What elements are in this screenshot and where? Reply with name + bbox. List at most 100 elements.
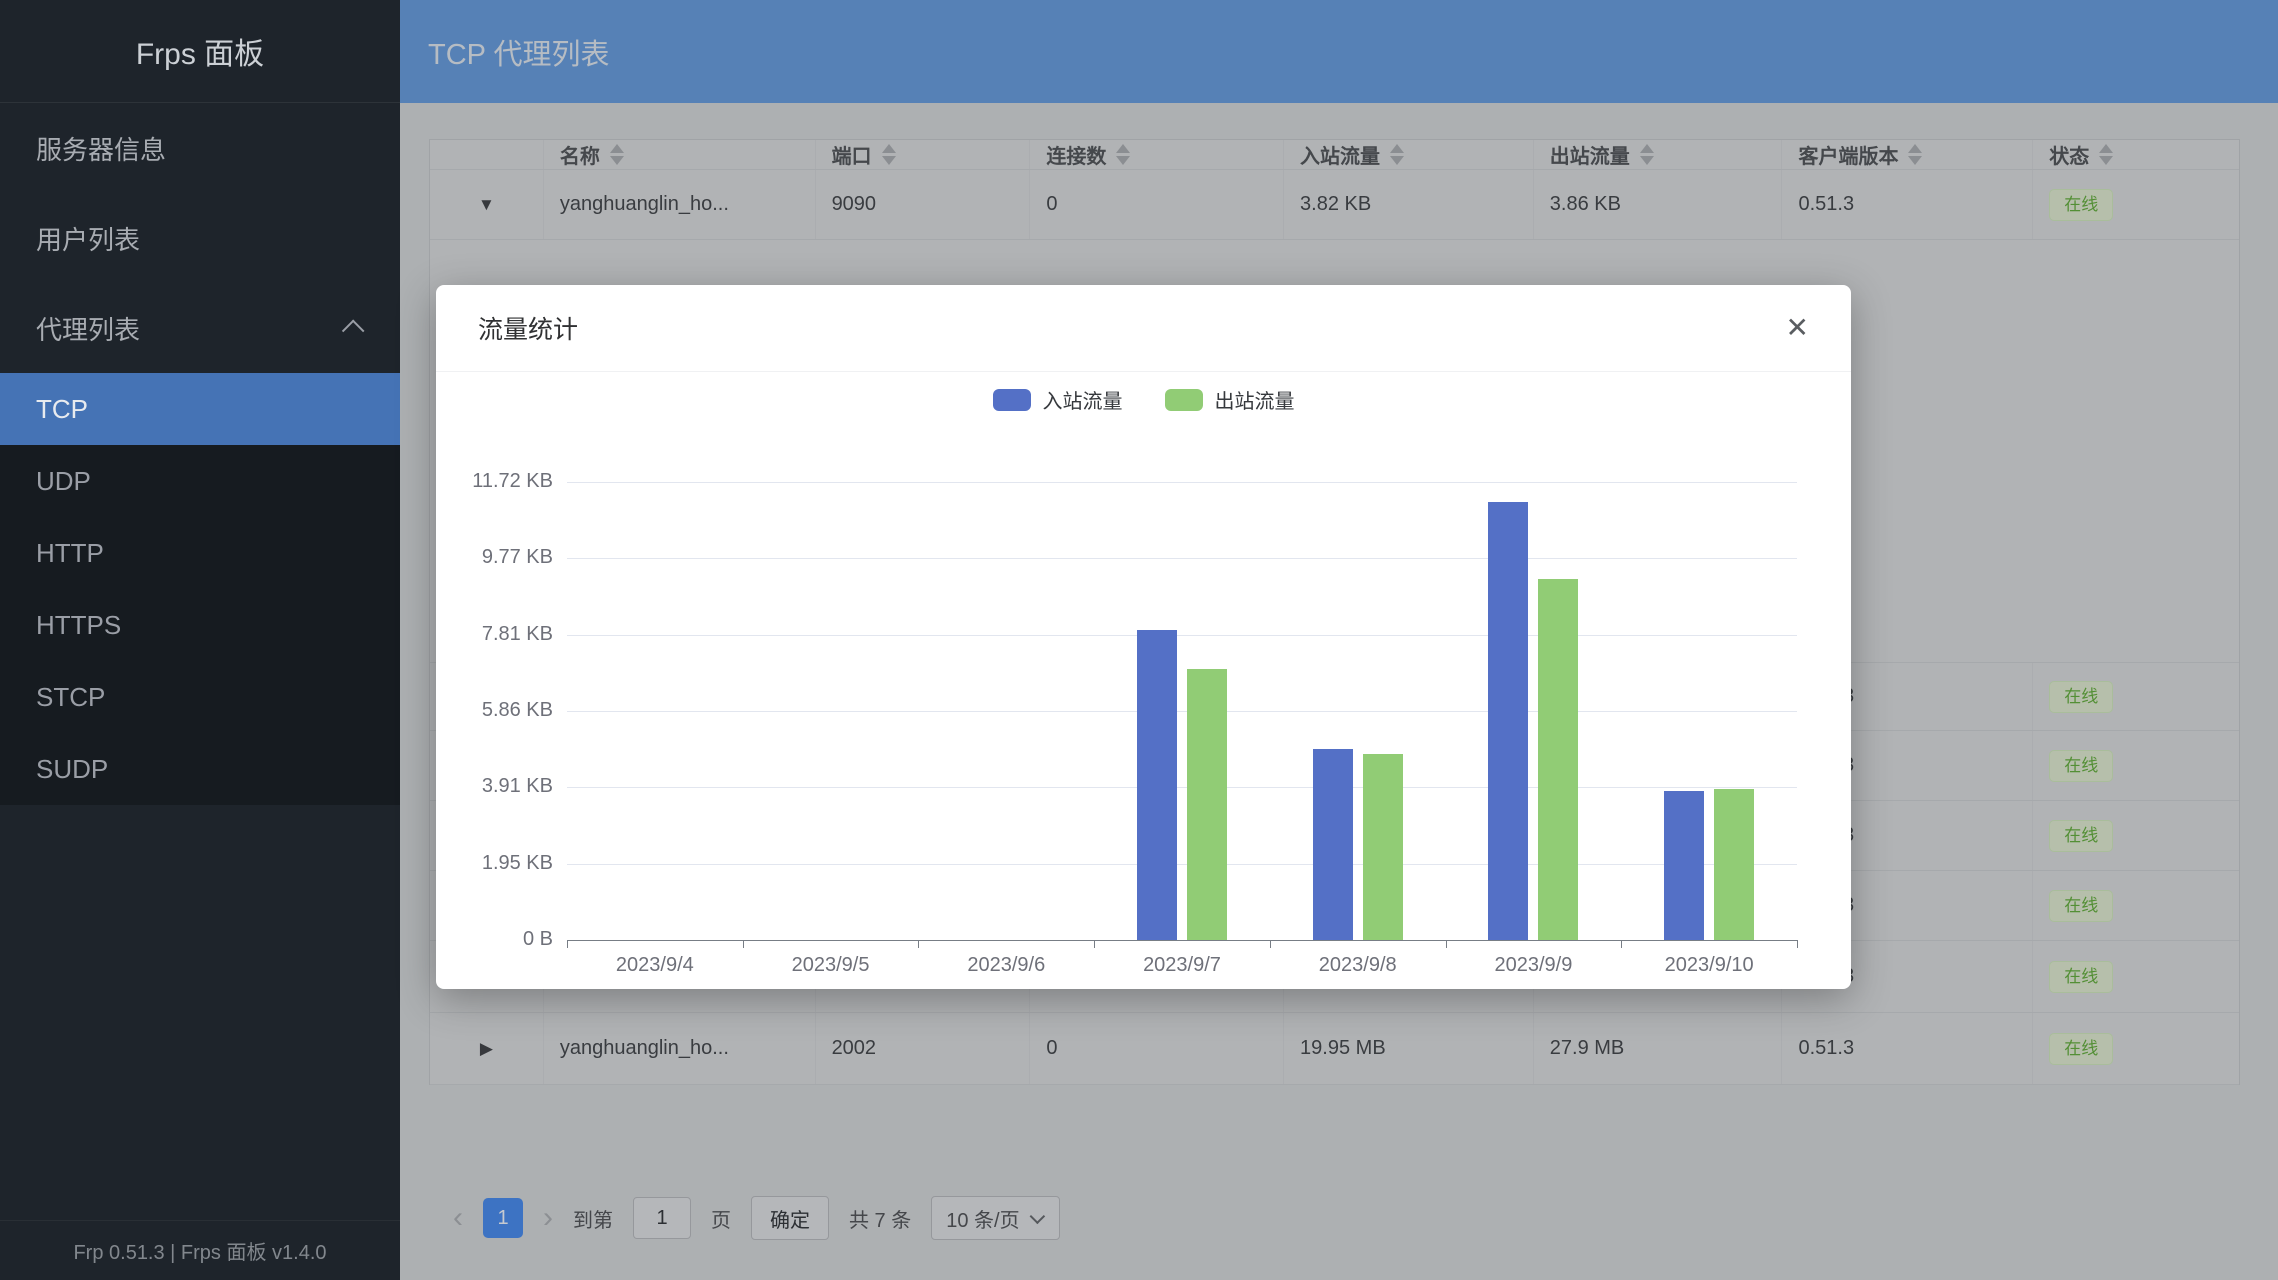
- bar-traffic-out[interactable]: [1538, 579, 1578, 940]
- sidebar-item-sudp[interactable]: SUDP: [0, 733, 400, 805]
- triangle-right-icon[interactable]: ▶: [480, 1039, 493, 1059]
- sidebar-item-label: 用户列表: [36, 220, 140, 257]
- cell-version: 0.51.3: [1782, 170, 2033, 239]
- cell-status: 在线: [2033, 1013, 2239, 1084]
- x-axis-tick: [1270, 940, 1271, 948]
- traffic-bar-chart: 0 B1.95 KB3.91 KB5.86 KB7.81 KB9.77 KB11…: [436, 285, 1851, 989]
- column-status[interactable]: 状态: [2033, 140, 2239, 169]
- column-traffic-in[interactable]: 入站流量: [1284, 140, 1534, 169]
- cell-name: yanghuanglin_ho...: [544, 170, 816, 239]
- bar-traffic-out[interactable]: [1714, 789, 1754, 940]
- x-axis-line: [567, 940, 1797, 941]
- expand-row-icon[interactable]: ▶: [430, 1013, 544, 1084]
- sidebar-item-udp[interactable]: UDP: [0, 445, 400, 517]
- sort-icon[interactable]: [1640, 144, 1654, 165]
- gridline: [567, 482, 1797, 483]
- prev-page-icon[interactable]: ‹: [453, 1198, 463, 1238]
- column-name[interactable]: 名称: [544, 140, 816, 169]
- sidebar-item-https[interactable]: HTTPS: [0, 589, 400, 661]
- column-label: 状态: [2049, 140, 2089, 169]
- sidebar-item-label: 代理列表: [36, 310, 140, 347]
- y-axis-tick-label: 5.86 KB: [423, 699, 553, 722]
- pagination: ‹ 1 › 到第 页 确定 共 7 条 10 条/页: [453, 1196, 1060, 1240]
- sort-icon[interactable]: [610, 144, 624, 165]
- traffic-stats-modal: 流量统计 ✕ 入站流量 出站流量 0 B1.95 KB3.91 KB5.86 K…: [436, 285, 1851, 989]
- submenu-label: UDP: [36, 466, 91, 497]
- page-size-select[interactable]: 10 条/页: [931, 1196, 1059, 1240]
- cell-traffic-out: 3.86 KB: [1534, 170, 1783, 239]
- x-axis-tick: [1094, 940, 1095, 948]
- bar-traffic-out[interactable]: [1363, 754, 1403, 940]
- status-badge: 在线: [2049, 681, 2113, 713]
- status-badge: 在线: [2049, 820, 2113, 852]
- sidebar-item-proxy-list[interactable]: 代理列表: [0, 283, 400, 373]
- submenu-label: SUDP: [36, 754, 108, 785]
- x-axis-tick-label: 2023/9/6: [918, 954, 1094, 977]
- sidebar: Frps 面板 服务器信息 用户列表 代理列表 TCP UDP HTTP HTT…: [0, 0, 400, 1280]
- table-row: ▼yanghuanglin_ho...909003.82 KB3.86 KB0.…: [430, 170, 2239, 240]
- x-axis-tick: [1797, 940, 1798, 948]
- sort-icon[interactable]: [1116, 144, 1130, 165]
- sidebar-submenu: TCP UDP HTTP HTTPS STCP SUDP: [0, 373, 400, 805]
- submenu-label: HTTP: [36, 538, 104, 569]
- x-axis-tick: [743, 940, 744, 948]
- triangle-down-icon[interactable]: ▼: [478, 195, 495, 215]
- bar-traffic-in[interactable]: [1313, 749, 1353, 940]
- cell-status: 在线: [2033, 801, 2239, 870]
- cell-connections: 0: [1030, 1013, 1284, 1084]
- column-port[interactable]: 端口: [816, 140, 1031, 169]
- x-axis-tick: [567, 940, 568, 948]
- sort-icon[interactable]: [1390, 144, 1404, 165]
- sidebar-item-tcp[interactable]: TCP: [0, 373, 400, 445]
- cell-traffic-out: 27.9 MB: [1534, 1013, 1783, 1084]
- status-badge: 在线: [2049, 750, 2113, 782]
- page-header: TCP 代理列表: [400, 0, 2278, 103]
- x-axis-tick-label: 2023/9/5: [743, 954, 919, 977]
- frps-dashboard: Frps 面板 服务器信息 用户列表 代理列表 TCP UDP HTTP HTT…: [0, 0, 2278, 1280]
- table-row: ▶yanghuanglin_ho...2002019.95 MB27.9 MB0…: [430, 1013, 2239, 1085]
- next-page-icon[interactable]: ›: [543, 1198, 553, 1238]
- sort-icon[interactable]: [2099, 144, 2113, 165]
- goto-label: 到第: [573, 1204, 613, 1233]
- y-axis-tick-label: 9.77 KB: [423, 546, 553, 569]
- sidebar-item-http[interactable]: HTTP: [0, 517, 400, 589]
- page-title: TCP 代理列表: [428, 31, 610, 73]
- gridline: [567, 787, 1797, 788]
- page-button-1[interactable]: 1: [483, 1198, 523, 1238]
- collapse-row-icon[interactable]: ▼: [430, 170, 544, 239]
- column-label: 入站流量: [1300, 140, 1380, 169]
- sidebar-item-stcp[interactable]: STCP: [0, 661, 400, 733]
- status-badge: 在线: [2049, 189, 2113, 221]
- submenu-label: HTTPS: [36, 610, 121, 641]
- sort-icon[interactable]: [1908, 144, 1922, 165]
- column-traffic-out[interactable]: 出站流量: [1534, 140, 1783, 169]
- y-axis-tick-label: 0 B: [423, 928, 553, 951]
- x-axis-tick-label: 2023/9/9: [1446, 954, 1622, 977]
- gridline: [567, 711, 1797, 712]
- cell-version: 0.51.3: [1782, 1013, 2033, 1084]
- x-axis-tick-label: 2023/9/4: [567, 954, 743, 977]
- bar-traffic-in[interactable]: [1488, 502, 1528, 940]
- sidebar-item-user-list[interactable]: 用户列表: [0, 193, 400, 283]
- column-label: 连接数: [1046, 140, 1106, 169]
- bar-traffic-in[interactable]: [1664, 791, 1704, 940]
- bar-traffic-out[interactable]: [1187, 669, 1227, 940]
- chevron-up-icon: [342, 320, 365, 343]
- x-axis-tick-label: 2023/9/10: [1621, 954, 1797, 977]
- cell-status: 在线: [2033, 871, 2239, 940]
- cell-status: 在线: [2033, 941, 2239, 1012]
- status-badge: 在线: [2049, 961, 2113, 993]
- sidebar-item-server-info[interactable]: 服务器信息: [0, 103, 400, 193]
- sort-icon[interactable]: [882, 144, 896, 165]
- goto-page-input[interactable]: [633, 1197, 691, 1239]
- cell-traffic-in: 3.82 KB: [1284, 170, 1534, 239]
- page-unit-label: 页: [711, 1204, 731, 1233]
- chevron-down-icon: [1029, 1208, 1045, 1224]
- submenu-label: TCP: [36, 394, 88, 425]
- column-connections[interactable]: 连接数: [1030, 140, 1284, 169]
- bar-traffic-in[interactable]: [1137, 630, 1177, 940]
- column-client-version[interactable]: 客户端版本: [1782, 140, 2033, 169]
- column-label: 出站流量: [1550, 140, 1630, 169]
- confirm-button[interactable]: 确定: [751, 1196, 829, 1240]
- x-axis-tick-label: 2023/9/8: [1270, 954, 1446, 977]
